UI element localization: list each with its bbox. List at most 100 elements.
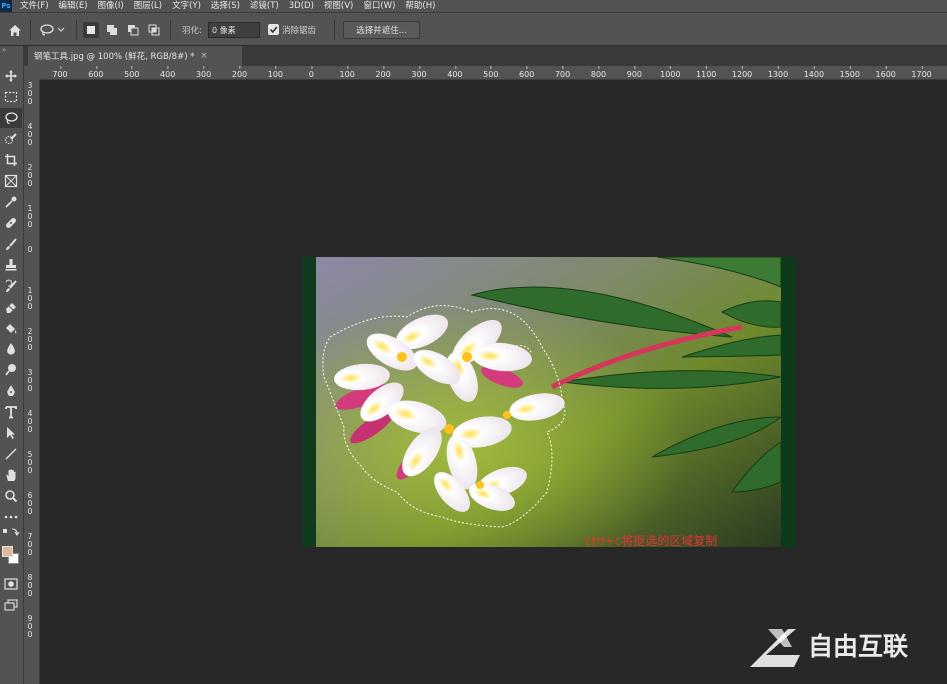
ruler-h-tick: 500 — [483, 66, 499, 79]
menu-window[interactable]: 窗口(W) — [363, 0, 395, 12]
document-canvas-image[interactable] — [302, 257, 796, 547]
menu-filter[interactable]: 滤镜(T) — [250, 0, 279, 12]
menu-layer[interactable]: 图层(L) — [134, 0, 162, 12]
menu-edit[interactable]: 编辑(E) — [59, 0, 88, 12]
frame-tool-icon[interactable] — [0, 171, 22, 191]
ruler-h-tick: 900 — [626, 66, 643, 79]
lasso-icon — [40, 24, 65, 36]
separator — [30, 20, 31, 40]
vertical-ruler[interactable]: 300 400 200 100 0 100 200 300 400 500 600 700 800 900 — [24, 80, 40, 684]
paint-bucket-tool-icon[interactable] — [0, 318, 22, 338]
menu-3d[interactable]: 3D(D) — [289, 0, 314, 12]
anti-alias-checkbox[interactable] — [268, 24, 279, 35]
ruler-h-tick: 400 — [447, 66, 463, 79]
feather-label: 羽化: — [182, 26, 202, 36]
intersect-selection-button[interactable] — [146, 22, 162, 38]
menu-bar: Ps 文件(F) 编辑(E) 图像(I) 图层(L) 文字(Y) 选择(S) 滤… — [0, 0, 947, 12]
quick-select-tool-icon[interactable] — [0, 129, 22, 149]
marquee-tool-icon[interactable] — [0, 87, 22, 107]
healing-tool-icon[interactable] — [0, 213, 22, 233]
ruler-v-tick: 600 — [27, 491, 33, 516]
screen-mode-icon[interactable] — [0, 595, 22, 615]
annotation-caption: ctrl+c将抠选的区域复制 — [585, 534, 718, 548]
select-and-mask-button[interactable]: 选择并遮住... — [343, 21, 420, 39]
hand-tool-icon[interactable] — [0, 465, 22, 485]
ruler-h-tick: 200 — [375, 66, 391, 79]
menu-help[interactable]: 帮助(H) — [405, 0, 435, 12]
ruler-v-tick: 100 — [27, 286, 33, 311]
separator — [76, 20, 77, 40]
document-tab[interactable]: 钢笔工具.jpg @ 100% (鲜花, RGB/8#) * × — [28, 46, 242, 66]
ruler-h-tick: 300 — [195, 66, 212, 79]
clone-stamp-tool-icon[interactable] — [0, 255, 22, 275]
menu-image[interactable]: 图像(I) — [98, 0, 124, 12]
collapse-toolbar-icon[interactable]: » — [2, 46, 6, 54]
ruler-v-tick: 300 — [27, 81, 33, 106]
photoshop-logo: Ps — [0, 0, 12, 12]
pen-tool-icon[interactable] — [0, 381, 22, 401]
add-selection-icon — [107, 25, 117, 35]
menu-view[interactable]: 视图(V) — [324, 0, 353, 12]
brush-tool-icon[interactable] — [0, 234, 22, 254]
eyedropper-tool-icon[interactable] — [0, 192, 22, 212]
watermark-text: 自由互联 — [808, 632, 908, 661]
menu-type[interactable]: 文字(Y) — [172, 0, 201, 12]
add-selection-button[interactable] — [104, 22, 120, 38]
history-brush-tool-icon[interactable] — [0, 276, 22, 296]
anti-alias-label: 消除锯齿 — [282, 26, 317, 36]
horizontal-ruler[interactable]: 700 600 500 400 300 200 100 0 100 200 300 400 500 600… — [40, 66, 947, 80]
more-tools-icon[interactable] — [0, 507, 22, 527]
ruler-v-tick: 800 — [27, 573, 33, 598]
ruler-h-tick: 500 — [124, 66, 140, 79]
ruler-h-tick: 1300 — [767, 66, 789, 79]
feather-input[interactable]: 0 像素 — [208, 22, 260, 38]
document-tab-strip: 钢笔工具.jpg @ 100% (鲜花, RGB/8#) * × — [24, 46, 947, 66]
watermark-logo: 自由互联 — [748, 625, 938, 671]
ruler-h-tick: 1200 — [731, 66, 753, 79]
ruler-h-tick: 100 — [339, 66, 355, 79]
home-button[interactable] — [4, 20, 26, 40]
close-icon[interactable]: × — [200, 51, 207, 61]
quick-mask-icon[interactable] — [0, 574, 22, 594]
lasso-tool-icon[interactable] — [0, 108, 22, 128]
swap-colors-icon[interactable] — [0, 526, 22, 538]
ruler-h-tick: 200 — [231, 66, 248, 79]
menu-file[interactable]: 文件(F) — [20, 0, 49, 12]
ruler-h-tick: 300 — [411, 66, 427, 79]
new-selection-button[interactable] — [83, 22, 99, 38]
path-select-tool-icon[interactable] — [0, 423, 22, 443]
ruler-v-tick: 100 — [27, 204, 33, 229]
ruler-h-tick: 0 — [308, 66, 314, 79]
ruler-h-tick: 1100 — [696, 66, 717, 79]
ruler-h-tick: 100 — [267, 66, 284, 79]
dodge-tool-icon[interactable] — [0, 360, 22, 380]
line-tool-icon[interactable] — [0, 444, 22, 464]
foreground-color-swatch[interactable] — [2, 546, 13, 557]
ruler-v-tick: 200 — [27, 163, 33, 188]
menu-select[interactable]: 选择(S) — [211, 0, 240, 12]
intersect-selection-icon — [148, 24, 160, 36]
ruler-v-tick: 400 — [27, 122, 33, 147]
blur-tool-icon[interactable] — [0, 339, 22, 359]
ruler-h-tick: 600 — [88, 66, 104, 79]
options-bar: 羽化: 0 像素 消除锯齿 选择并遮住... — [0, 12, 947, 46]
ruler-v-tick: 500 — [27, 450, 33, 475]
eraser-tool-icon[interactable] — [0, 297, 22, 317]
separator — [334, 20, 335, 40]
ruler-h-tick: 600 — [519, 66, 535, 79]
zoom-tool-icon[interactable] — [0, 486, 22, 506]
crop-tool-icon[interactable] — [0, 150, 22, 170]
ruler-h-tick: 700 — [554, 66, 571, 79]
subtract-selection-button[interactable] — [125, 22, 141, 38]
type-tool-icon[interactable] — [0, 402, 22, 422]
home-icon — [9, 24, 21, 36]
checkmark-icon — [269, 26, 278, 34]
ruler-h-tick: 400 — [160, 66, 176, 79]
ruler-corner[interactable] — [24, 66, 40, 80]
move-tool-icon[interactable] — [0, 66, 22, 86]
ruler-v-tick: 300 — [27, 368, 33, 393]
flower-photo — [302, 257, 796, 547]
tool-preset-picker[interactable] — [38, 20, 68, 40]
ruler-h-tick: 1500 — [839, 66, 860, 79]
ruler-h-tick: 800 — [590, 66, 607, 79]
